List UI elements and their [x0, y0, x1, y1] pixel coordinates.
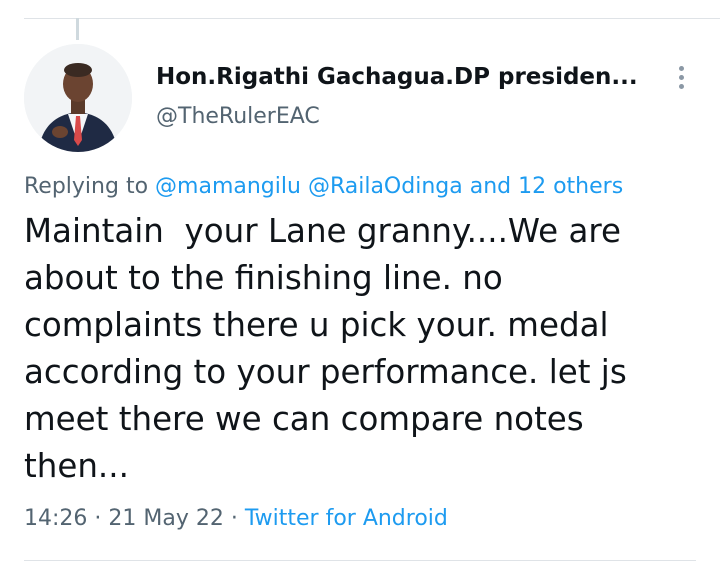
tweet-meta: 14:26 · 21 May 22 · Twitter for Android [24, 506, 448, 531]
more-dot [678, 74, 684, 80]
meta-separator: · [87, 506, 109, 531]
replying-prefix: Replying to [24, 174, 156, 199]
bottom-divider [24, 560, 696, 561]
tweet-text: Maintain your Lane granny....We are abou… [24, 212, 627, 485]
meta-separator: · [223, 506, 245, 531]
more-vertical-icon[interactable] [664, 60, 698, 94]
author-display-name[interactable]: Hon.Rigathi Gachagua.DP presiden... [156, 64, 638, 90]
thread-connector-line [76, 18, 79, 40]
mention-railaodinga[interactable]: @RailaOdinga [308, 174, 463, 199]
reply-others-link[interactable]: and 12 others [470, 174, 623, 199]
replying-to-line: Replying to @mamangilu @RailaOdinga and … [24, 174, 623, 199]
author-handle[interactable]: @TheRulerEAC [156, 104, 320, 129]
more-dot [678, 65, 684, 71]
profile-photo [24, 44, 132, 152]
top-divider [24, 18, 720, 19]
avatar[interactable] [24, 44, 132, 152]
mention-mamangilu[interactable]: @mamangilu [155, 174, 301, 199]
tweet-time[interactable]: 14:26 [24, 506, 87, 531]
tweet-date[interactable]: 21 May 22 [108, 506, 223, 531]
tweet-source-link[interactable]: Twitter for Android [245, 506, 448, 531]
more-dot [678, 83, 684, 89]
